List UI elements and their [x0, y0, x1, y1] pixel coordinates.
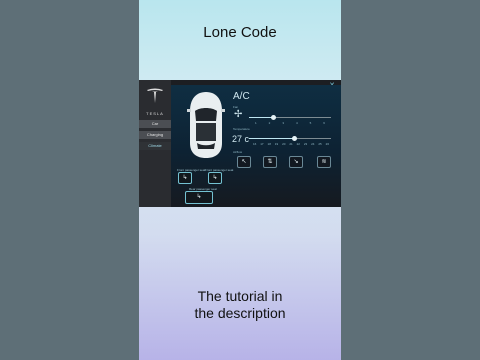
caption-line-1: The tutorial in	[197, 288, 283, 304]
car-top-view-icon	[187, 92, 225, 158]
slider-tick-label: 23	[303, 142, 308, 146]
video-title: Lone Code	[203, 24, 277, 41]
slider-tick-label: 22	[296, 142, 300, 146]
airflow-label: Airflow	[233, 150, 243, 154]
slider-tick-label: 5	[309, 121, 312, 125]
fan-slider-handle[interactable]	[271, 115, 277, 120]
logo-text: TESLA	[146, 111, 164, 116]
tesla-t-icon	[147, 88, 163, 103]
airflow-defrost-button[interactable]: ≋	[317, 156, 331, 168]
slider-tick-label: 1	[255, 121, 257, 125]
airflow-face-feet-button[interactable]: ⇅	[263, 156, 277, 168]
seat-heater-icon: ↳	[212, 175, 218, 181]
slider-tick-label: 26	[325, 142, 329, 146]
caption-line-2: the description	[194, 305, 286, 321]
front-left-seat-heater-button[interactable]: ↳	[178, 172, 192, 184]
slider-tick-label: 24	[311, 142, 315, 146]
temperature-label: Temperature	[233, 127, 250, 131]
left-letterbox	[0, 0, 139, 360]
airflow-face-button[interactable]: ↖	[237, 156, 251, 168]
airflow-defrost-icon: ≋	[321, 159, 327, 165]
slider-tick-label: 20	[282, 142, 286, 146]
airflow-face-feet-icon: ⇅	[267, 159, 273, 165]
rear-seat-heater-button[interactable]: ↳	[185, 191, 213, 204]
temperature-slider-fill	[249, 138, 295, 139]
video-caption: The tutorial in the description	[139, 288, 341, 322]
slider-tick-label: 25	[318, 142, 322, 146]
nav-climate-button[interactable]: Climate	[139, 142, 171, 150]
slider-tick-label: 6	[323, 121, 325, 125]
slider-tick-label: 16	[253, 142, 257, 146]
seat-heater-icon: ↳	[196, 194, 202, 200]
temperature-slider[interactable]	[249, 136, 331, 141]
slider-tick-label: 18	[267, 142, 271, 146]
temperature-slider-handle[interactable]	[291, 136, 297, 141]
front-right-seat-heater-button[interactable]: ↳	[208, 172, 222, 184]
temperature-value: 27 c	[232, 134, 250, 144]
slider-tick-label: 19	[274, 142, 279, 146]
airflow-feet-button[interactable]: ↘	[289, 156, 303, 168]
nav-car-button[interactable]: Car	[139, 120, 171, 128]
fan-ticks: 1 2 3 4 5 6	[255, 121, 325, 125]
slider-tick-label: 2	[268, 121, 271, 125]
fan-slider[interactable]	[249, 115, 331, 120]
sidebar: TESLA Car Charging Climate	[139, 80, 171, 207]
airflow-feet-icon: ↘	[293, 159, 299, 165]
temperature-ticks: 16 17 18 19 20 21 22 23 24 25 26	[253, 142, 329, 146]
app-window: TESLA Car Charging Climate ✕ A/C Fan ✢ 1…	[139, 80, 341, 207]
airflow-face-icon: ↖	[241, 159, 247, 165]
slider-tick-label: 17	[260, 142, 264, 146]
fan-slider-fill	[249, 117, 274, 118]
slider-tick-label: 21	[289, 142, 293, 146]
fan-icon: ✢	[234, 109, 243, 120]
climate-panel: A/C Fan ✢ 123456 Temperature 27 c 16 17 18…	[171, 85, 341, 207]
nav-charging-button[interactable]: Charging	[139, 131, 171, 139]
slider-tick-label: 4	[295, 121, 298, 125]
tesla-logo: TESLA	[145, 88, 165, 116]
seat-heater-icon: ↳	[182, 175, 188, 181]
ac-label: A/C	[233, 91, 250, 102]
right-letterbox	[341, 0, 480, 360]
slider-tick-label: 3	[282, 121, 284, 125]
